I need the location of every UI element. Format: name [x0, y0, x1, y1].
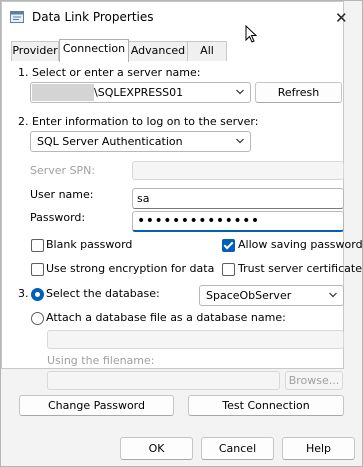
chevron-down-icon[interactable]: [235, 87, 245, 97]
cancel-button[interactable]: Cancel: [201, 437, 274, 460]
username-input[interactable]: sa: [132, 188, 344, 209]
tab-all-label: All: [200, 44, 214, 57]
step2-label: 2. Enter information to log on to the se…: [18, 115, 259, 128]
username-value: sa: [137, 192, 150, 205]
help-button[interactable]: Help: [282, 437, 355, 460]
test-connection-button[interactable]: Test Connection: [188, 395, 344, 416]
allow-saving-password-checkbox[interactable]: [222, 239, 235, 252]
attach-database-radio[interactable]: [31, 312, 44, 325]
browse-button[interactable]: Browse...: [285, 371, 343, 390]
database-value: SpaceObServer: [206, 289, 292, 302]
tab-all[interactable]: All: [187, 41, 227, 61]
data-link-app-icon: [10, 11, 24, 23]
tab-provider-label: Provider: [12, 44, 58, 57]
filename-label: Using the filename:: [47, 354, 155, 367]
tab-connection[interactable]: Connection: [59, 39, 129, 62]
server-spn-label: Server SPN:: [30, 164, 96, 177]
refresh-button[interactable]: Refresh: [255, 82, 342, 103]
strong-encryption-checkbox[interactable]: [31, 263, 44, 276]
database-combo[interactable]: SpaceObServer: [199, 285, 344, 306]
change-password-button[interactable]: Change Password: [19, 395, 174, 416]
dialog-window: Data Link Properties ✕ Provider Connecti…: [0, 0, 363, 467]
redacted-server-host: [32, 84, 94, 101]
authentication-combo[interactable]: SQL Server Authentication: [30, 131, 251, 152]
mouse-cursor-icon: [245, 25, 257, 43]
server-name-value: \SQLEXPRESS01: [94, 86, 184, 99]
blank-password-label: Blank password: [46, 238, 133, 251]
select-database-label: Select the database:: [46, 287, 160, 300]
tab-provider[interactable]: Provider: [11, 41, 59, 61]
chevron-down-icon[interactable]: [328, 290, 338, 300]
trust-server-certificate-checkbox[interactable]: [222, 263, 235, 276]
username-label: User name:: [30, 188, 94, 201]
step3-number: 3.: [18, 287, 29, 300]
strong-encryption-label: Use strong encryption for data: [46, 262, 215, 275]
allow-saving-password-label: Allow saving password: [238, 238, 363, 251]
ok-button[interactable]: OK: [120, 437, 193, 460]
chevron-down-icon[interactable]: [235, 136, 245, 146]
tab-connection-label: Connection: [62, 42, 126, 55]
authentication-value: SQL Server Authentication: [37, 135, 183, 148]
password-label: Password:: [30, 211, 86, 224]
close-icon[interactable]: ✕: [335, 9, 348, 27]
tab-advanced-label: Advanced: [130, 44, 186, 57]
password-input[interactable]: ••••••••••••••: [132, 211, 344, 232]
window-title: Data Link Properties: [32, 10, 154, 24]
select-database-radio[interactable]: [31, 288, 44, 301]
trust-server-certificate-label: Trust server certificate: [238, 262, 362, 275]
attach-database-name-input[interactable]: [47, 330, 344, 349]
server-spn-input[interactable]: [132, 161, 344, 180]
attach-database-label: Attach a database file as a database nam…: [46, 311, 286, 324]
server-name-combo[interactable]: \SQLEXPRESS01: [30, 82, 251, 103]
password-value: ••••••••••••••: [137, 213, 260, 229]
blank-password-checkbox[interactable]: [31, 239, 44, 252]
step1-label: 1. Select or enter a server name:: [18, 66, 201, 79]
tab-advanced[interactable]: Advanced: [127, 41, 189, 61]
filename-input[interactable]: [47, 371, 280, 390]
